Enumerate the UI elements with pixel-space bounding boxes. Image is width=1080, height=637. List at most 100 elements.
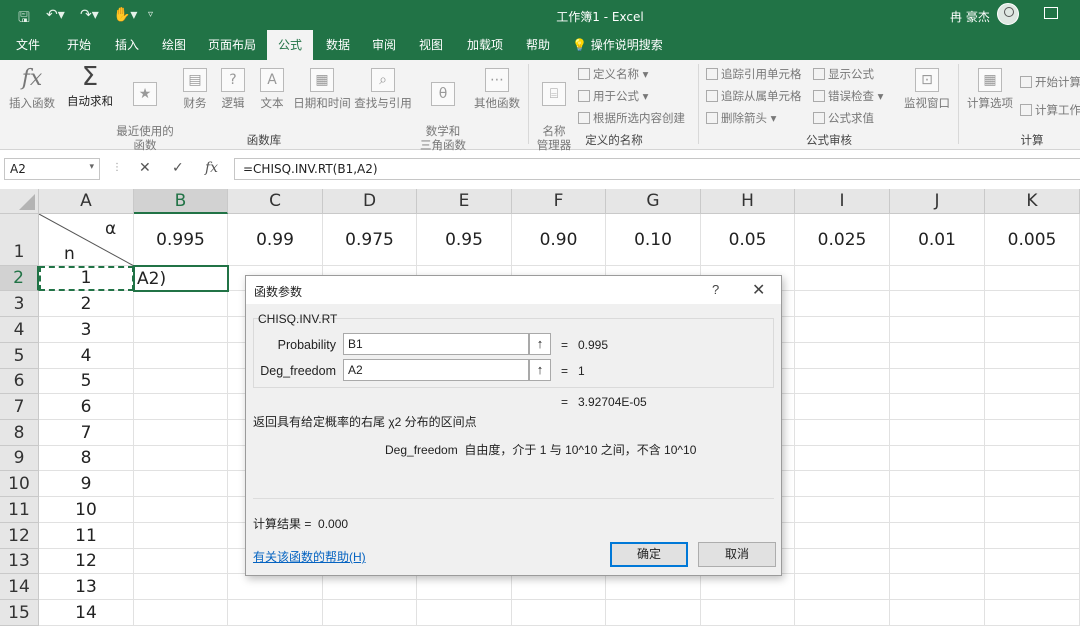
cell-F1[interactable]: 0.90	[512, 214, 606, 266]
tab-help[interactable]: 帮助	[517, 30, 559, 60]
cell-I6[interactable]	[795, 369, 890, 394]
column-header-A[interactable]: A	[39, 189, 134, 214]
column-header-E[interactable]: E	[417, 189, 512, 214]
cell-C1[interactable]: 0.99	[228, 214, 323, 266]
row-header-8[interactable]: 8	[0, 420, 39, 446]
cell-J8[interactable]	[890, 420, 985, 446]
help-button[interactable]: ?	[712, 282, 719, 297]
cell-K13[interactable]	[985, 549, 1080, 574]
cell-I11[interactable]	[795, 497, 890, 523]
cell-E1[interactable]: 0.95	[417, 214, 512, 266]
cell-B1[interactable]: 0.995	[134, 214, 228, 266]
close-icon[interactable]: ✕	[752, 280, 765, 300]
financial-button[interactable]: ▤ 财务	[178, 68, 212, 110]
cell-B6[interactable]	[134, 369, 228, 394]
ok-button[interactable]: 确定	[610, 542, 688, 567]
cell-H1[interactable]: 0.05	[701, 214, 795, 266]
row-header-4[interactable]: 4	[0, 317, 39, 343]
cell-I3[interactable]	[795, 291, 890, 317]
cell-H14[interactable]	[701, 574, 795, 600]
cell-K5[interactable]	[985, 343, 1080, 369]
watch-window-button[interactable]: ⊡ 监视窗口	[898, 68, 956, 110]
active-cell-B2[interactable]: A2)	[133, 265, 229, 292]
formula-input[interactable]: =CHISQ.INV.RT(B1,A2)	[234, 158, 1080, 180]
create-from-selection-button[interactable]: 根据所选内容创建	[578, 110, 685, 126]
column-header-D[interactable]: D	[323, 189, 417, 214]
row-header-12[interactable]: 12	[0, 523, 39, 549]
cell-I13[interactable]	[795, 549, 890, 574]
cell-B9[interactable]	[134, 446, 228, 471]
column-header-G[interactable]: G	[606, 189, 701, 214]
more-functions-button[interactable]: ⋯ 其他函数	[472, 68, 522, 110]
cell-G14[interactable]	[606, 574, 701, 600]
cell-A1[interactable]: α n	[39, 214, 134, 266]
tab-draw[interactable]: 绘图	[153, 30, 195, 60]
cell-A10[interactable]: 9	[39, 471, 134, 497]
tab-insert[interactable]: 插入	[106, 30, 148, 60]
cell-C14[interactable]	[228, 574, 323, 600]
cell-I9[interactable]	[795, 446, 890, 471]
cell-J3[interactable]	[890, 291, 985, 317]
cell-J9[interactable]	[890, 446, 985, 471]
column-header-J[interactable]: J	[890, 189, 985, 214]
column-header-H[interactable]: H	[701, 189, 795, 214]
cell-K7[interactable]	[985, 394, 1080, 420]
cell-A7[interactable]: 6	[39, 394, 134, 420]
cell-F15[interactable]	[512, 600, 606, 626]
cell-J4[interactable]	[890, 317, 985, 343]
cell-B14[interactable]	[134, 574, 228, 600]
remove-arrows-button[interactable]: 删除箭头 ▾	[706, 110, 776, 126]
cell-K10[interactable]	[985, 471, 1080, 497]
cell-B3[interactable]	[134, 291, 228, 317]
select-all-corner[interactable]	[0, 189, 39, 214]
tab-page-layout[interactable]: 页面布局	[202, 30, 262, 60]
cell-I5[interactable]	[795, 343, 890, 369]
deg-freedom-input[interactable]: A2	[343, 359, 529, 381]
probability-input[interactable]: B1	[343, 333, 529, 355]
use-in-formula-button[interactable]: 用于公式 ▾	[578, 88, 648, 104]
cell-G15[interactable]	[606, 600, 701, 626]
row-header-10[interactable]: 10	[0, 471, 39, 497]
row-header-7[interactable]: 7	[0, 394, 39, 420]
cell-A14[interactable]: 13	[39, 574, 134, 600]
cell-J11[interactable]	[890, 497, 985, 523]
column-header-F[interactable]: F	[512, 189, 606, 214]
cell-C15[interactable]	[228, 600, 323, 626]
cell-J14[interactable]	[890, 574, 985, 600]
row-header-5[interactable]: 5	[0, 343, 39, 369]
calculate-now-button[interactable]: 开始计算	[1020, 74, 1080, 90]
cell-A8[interactable]: 7	[39, 420, 134, 446]
cell-K1[interactable]: 0.005	[985, 214, 1080, 266]
row-header-3[interactable]: 3	[0, 291, 39, 317]
deg-freedom-collapse-icon[interactable]: ↑	[529, 359, 551, 381]
cell-I1[interactable]: 0.025	[795, 214, 890, 266]
cell-K6[interactable]	[985, 369, 1080, 394]
column-header-B[interactable]: B	[134, 189, 228, 214]
cell-K2[interactable]	[985, 266, 1080, 291]
cell-K4[interactable]	[985, 317, 1080, 343]
cell-I2[interactable]	[795, 266, 890, 291]
row-header-6[interactable]: 6	[0, 369, 39, 394]
cell-B5[interactable]	[134, 343, 228, 369]
row-header-1[interactable]: 1	[0, 214, 39, 266]
cell-J6[interactable]	[890, 369, 985, 394]
cell-I7[interactable]	[795, 394, 890, 420]
cell-B4[interactable]	[134, 317, 228, 343]
enter-icon[interactable]: ✓	[172, 160, 184, 176]
tab-review[interactable]: 审阅	[363, 30, 405, 60]
trace-dependents-button[interactable]: 追踪从属单元格	[706, 88, 802, 104]
cell-A3[interactable]: 2	[39, 291, 134, 317]
datetime-button[interactable]: ▦ 日期和时间	[292, 68, 352, 110]
cell-I8[interactable]	[795, 420, 890, 446]
cell-A6[interactable]: 5	[39, 369, 134, 394]
lookup-reference-button[interactable]: ⌕ 查找与引用	[352, 68, 414, 110]
tab-data[interactable]: 数据	[317, 30, 359, 60]
function-help-link[interactable]: 有关该函数的帮助(H)	[253, 548, 366, 565]
show-formulas-button[interactable]: 显示公式	[813, 66, 874, 82]
calculation-options-button[interactable]: ▦ 计算选项	[964, 68, 1016, 110]
cell-B10[interactable]	[134, 471, 228, 497]
cell-K15[interactable]	[985, 600, 1080, 626]
cell-B11[interactable]	[134, 497, 228, 523]
cell-E15[interactable]	[417, 600, 512, 626]
cell-J5[interactable]	[890, 343, 985, 369]
